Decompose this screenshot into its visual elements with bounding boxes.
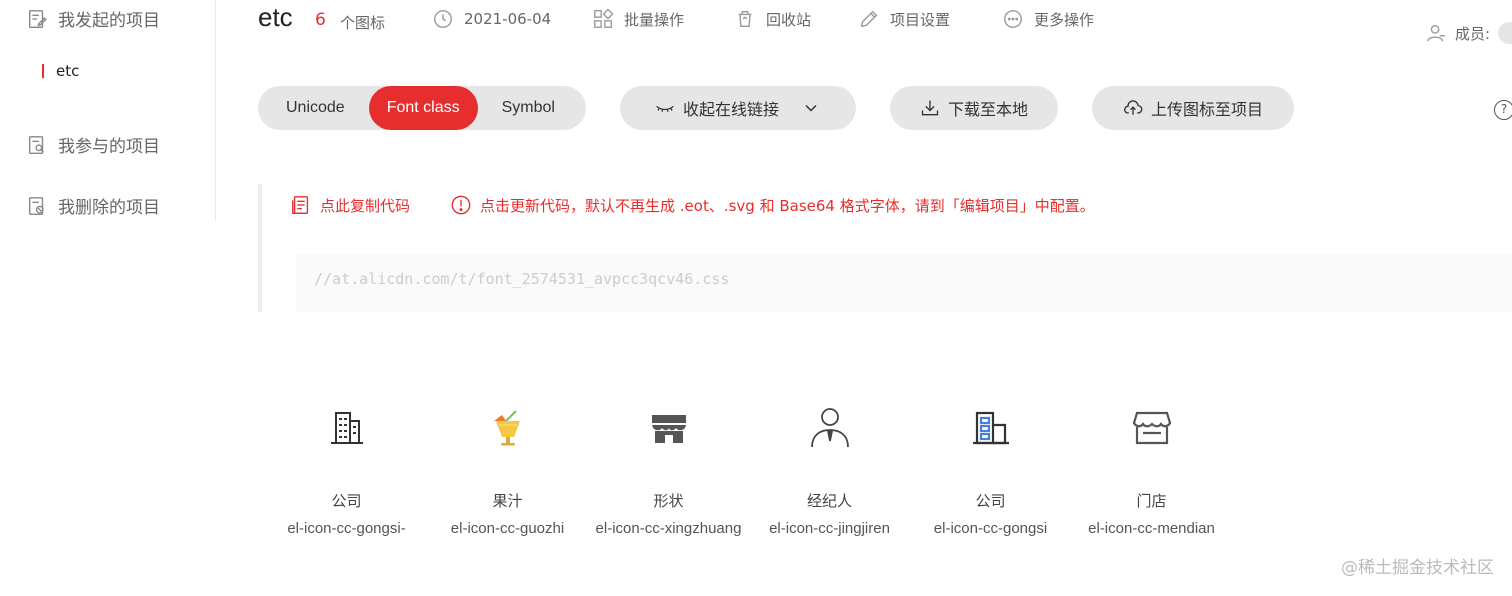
help-icon[interactable]: ?: [1494, 100, 1512, 120]
chevron-down-icon: [805, 104, 817, 112]
more-icon: [1004, 10, 1022, 28]
icon-class-name: el-icon-cc-mendian: [1088, 520, 1215, 537]
icon-name-cn: 门店: [1136, 492, 1167, 510]
icon-card[interactable]: 公司 el-icon-cc-gongsi-: [266, 392, 427, 537]
members[interactable]: 成员:: [1425, 22, 1512, 44]
download-icon: [921, 100, 939, 116]
icon-card[interactable]: 形状 el-icon-cc-xingzhuang: [588, 392, 749, 537]
icon-name-cn: 公司: [331, 492, 362, 510]
project-header: etc 6 个图标 2021-06-04 批量操作 回收站 项目设置 更多操作 …: [258, 0, 1512, 44]
agent-person-icon: [810, 408, 849, 448]
created-date: 2021-06-04: [432, 8, 551, 30]
sidebar-item-joined-projects[interactable]: 我参与的项目: [26, 132, 160, 157]
delete-doc-icon: [28, 196, 44, 215]
tab-unicode[interactable]: Unicode: [262, 86, 369, 130]
more-actions-button[interactable]: 更多操作: [1002, 8, 1094, 30]
company-icon: [972, 411, 1009, 445]
project-title: etc: [258, 2, 293, 32]
icon-class-name: el-icon-cc-gongsi-: [287, 520, 406, 537]
icon-card[interactable]: 门店 el-icon-cc-mendian: [1071, 392, 1232, 537]
icon-name-cn: 公司: [975, 492, 1006, 510]
icon-class-name: el-icon-cc-jingjiren: [769, 520, 890, 537]
alert-icon: [451, 195, 471, 215]
project-settings-button[interactable]: 项目设置: [858, 8, 950, 30]
sidebar-item-etc[interactable]: etc: [42, 62, 79, 80]
tab-symbol[interactable]: Symbol: [478, 86, 579, 130]
icon-count-label: 个图标: [340, 14, 386, 32]
icon-class-name: el-icon-cc-gongsi: [933, 520, 1048, 537]
icon-class-name: el-icon-cc-guozhi: [450, 520, 565, 537]
edit-doc-icon: [28, 9, 47, 28]
download-button[interactable]: 下载至本地: [890, 86, 1058, 130]
sidebar-item-deleted-projects[interactable]: 我删除的项目: [26, 193, 160, 218]
sidebar-item-label: 我发起的项目: [58, 11, 160, 31]
icon-name-cn: 经纪人: [806, 492, 852, 510]
user-icon: [1427, 24, 1446, 42]
grid-icon: [594, 8, 614, 28]
icon-name-cn: 形状: [653, 492, 684, 510]
copy-icon: [292, 196, 309, 214]
recycle-bin-button[interactable]: 回收站: [734, 8, 811, 30]
icon-card[interactable]: 公司 el-icon-cc-gongsi: [910, 392, 1071, 537]
pencil-icon: [860, 10, 878, 28]
watermark: @稀土掘金技术社区: [1341, 558, 1494, 578]
code-panel: 点此复制代码 点击更新代码，默认不再生成 .eot、.svg 和 Base64 …: [258, 184, 1512, 312]
shop-icon: [1132, 411, 1171, 445]
tab-font-class[interactable]: Font class: [368, 86, 478, 130]
sidebar: 我发起的项目 etc 我参与的项目 我删除的项目: [0, 0, 216, 220]
collapse-link-button[interactable]: 收起在线链接: [620, 86, 856, 130]
upload-icons-button[interactable]: 上传图标至项目: [1092, 86, 1294, 130]
batch-operation-button[interactable]: 批量操作: [592, 8, 684, 30]
code-type-tabs: Unicode Font class Symbol: [258, 86, 586, 130]
storefront-icon: [651, 415, 686, 443]
icon-card[interactable]: 经纪人 el-icon-cc-jingjiren: [749, 392, 910, 537]
cloud-upload-icon: [1124, 100, 1143, 115]
eye-closed-icon: [656, 105, 674, 112]
juice-icon: [493, 410, 520, 446]
sidebar-item-label: 我参与的项目: [58, 137, 160, 157]
clock-icon: [434, 10, 452, 28]
trash-icon: [738, 10, 752, 28]
icon-card[interactable]: 果汁 el-icon-cc-guozhi: [427, 392, 588, 537]
css-link-code[interactable]: //at.alicdn.com/t/font_2574531_avpcc3qcv…: [296, 254, 1512, 312]
icon-class-name: el-icon-cc-xingzhuang: [595, 520, 742, 537]
icon-count: 6: [315, 10, 326, 30]
icon-grid: 公司 el-icon-cc-gongsi- 果汁 el-icon-cc-guoz…: [266, 392, 1232, 537]
sidebar-item-my-projects[interactable]: 我发起的项目: [26, 6, 160, 31]
sidebar-item-label: 我删除的项目: [58, 198, 160, 218]
avatar[interactable]: [1498, 22, 1512, 44]
search-doc-icon: [28, 135, 44, 154]
active-indicator: [42, 64, 44, 78]
sidebar-item-label: etc: [56, 62, 80, 80]
icon-name-cn: 果汁: [492, 492, 523, 510]
copy-code-button[interactable]: 点此复制代码: [290, 194, 410, 216]
company-building-icon: [330, 412, 363, 444]
update-code-button[interactable]: 点击更新代码，默认不再生成 .eot、.svg 和 Base64 格式字体，请到…: [450, 194, 1095, 216]
